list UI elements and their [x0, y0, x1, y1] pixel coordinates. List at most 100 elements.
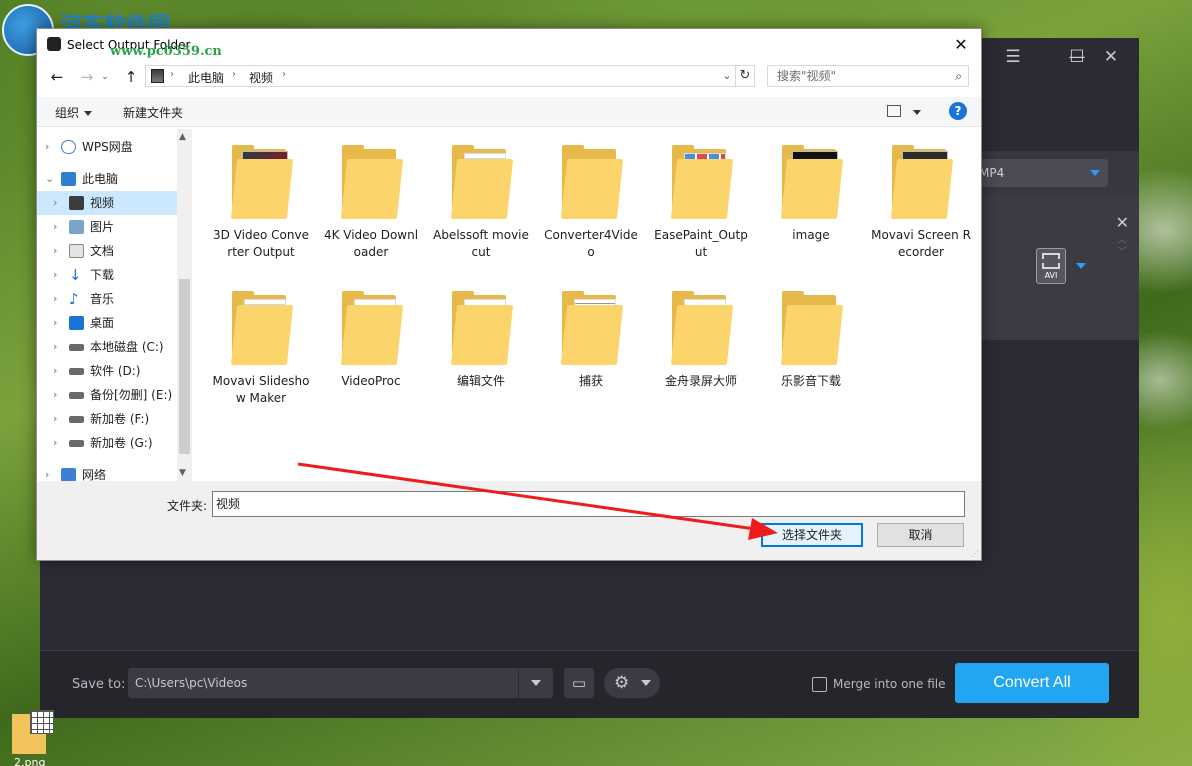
save-path-dropdown[interactable]	[518, 668, 553, 698]
folder-name: image	[792, 228, 830, 242]
resize-grip-icon[interactable]: ⋰	[971, 549, 979, 558]
nav-item-label: 新加卷 (G:)	[90, 436, 153, 450]
folder-item[interactable]: 金舟录屏大师	[651, 281, 751, 421]
nav-item-label: 视频	[90, 196, 115, 210]
menu-icon[interactable]: ☰	[1000, 44, 1026, 70]
folder-item[interactable]: 3D Video Converter Output	[211, 135, 311, 275]
folder-item[interactable]: Movavi Screen Recorder	[871, 135, 971, 275]
chevron-right-icon[interactable]: ›	[45, 463, 49, 481]
nav-item-drive-e[interactable]: › 备份[勿删] (E:)	[37, 383, 177, 407]
folder-name: EasePaint_Output	[654, 228, 748, 259]
remove-row-icon[interactable]: ✕	[1116, 213, 1129, 232]
chevron-right-icon[interactable]: ›	[53, 359, 57, 383]
chevron-right-icon[interactable]: ›	[53, 191, 57, 215]
new-folder-button[interactable]: 新建文件夹	[123, 104, 183, 121]
recent-dropdown-icon[interactable]: ⌄	[95, 67, 115, 87]
back-arrow-icon[interactable]: ←	[47, 67, 67, 87]
folder-icon	[230, 145, 294, 219]
address-bar[interactable]: › 此电脑 › 视频 ›	[145, 65, 755, 87]
move-down-icon[interactable]: ﹀	[1117, 243, 1127, 258]
navigation-scrollbar[interactable]: ▲ ▼	[177, 129, 192, 481]
breadcrumb-videos[interactable]: 视频	[249, 69, 273, 86]
folder-item[interactable]: image	[761, 135, 861, 275]
format-badge[interactable]: AVI	[1036, 248, 1066, 284]
nav-item-label: 备份[勿删] (E:)	[90, 388, 173, 402]
settings-button[interactable]: ⚙	[604, 668, 660, 698]
nav-item-desktop[interactable]: › 桌面	[37, 311, 177, 335]
open-folder-button[interactable]: ▭	[564, 668, 594, 698]
address-history-dropdown[interactable]: ⌄	[719, 65, 735, 87]
chevron-right-icon[interactable]: ›	[53, 383, 57, 407]
dialog-footer: 文件夹: 视频 选择文件夹 取消 ⋰	[37, 481, 981, 560]
chevron-right-icon[interactable]: ›	[53, 407, 57, 431]
scroll-up-icon[interactable]: ▲	[179, 132, 186, 142]
nav-item-pictures[interactable]: › 图片	[37, 215, 177, 239]
nav-item-network[interactable]: › 网络	[37, 463, 177, 481]
refresh-icon[interactable]: ↻	[735, 65, 755, 87]
chevron-right-icon[interactable]: ›	[53, 311, 57, 335]
nav-item-this-pc[interactable]: ⌄ 此电脑	[37, 167, 177, 191]
chevron-right-icon[interactable]: ›	[53, 335, 57, 359]
select-folder-button[interactable]: 选择文件夹	[761, 523, 863, 547]
film-icon	[1042, 253, 1060, 269]
organize-menu[interactable]: 组织	[55, 104, 93, 121]
help-icon[interactable]: ?	[949, 102, 967, 120]
organize-label: 组织	[55, 106, 80, 120]
folder-icon: ▭	[571, 674, 587, 692]
view-options-icon[interactable]	[887, 105, 901, 117]
chevron-down-icon	[641, 680, 651, 686]
merge-checkbox[interactable]	[812, 677, 827, 692]
folder-item[interactable]: 捕获	[541, 281, 641, 421]
nav-item-drive-c[interactable]: › 本地磁盘 (C:)	[37, 335, 177, 359]
folder-item[interactable]: 乐影音下载	[761, 281, 861, 421]
nav-item-drive-g[interactable]: › 新加卷 (G:)	[37, 431, 177, 455]
save-path-field[interactable]: C:\Users\pc\Videos	[128, 668, 553, 698]
scrollbar-thumb[interactable]	[179, 279, 190, 454]
nav-item-drive-f[interactable]: › 新加卷 (F:)	[37, 407, 177, 431]
search-icon: ⌕	[955, 69, 962, 83]
nav-item-drive-d[interactable]: › 软件 (D:)	[37, 359, 177, 383]
chevron-right-icon[interactable]: ›	[53, 431, 57, 455]
folder-item[interactable]: Converter4Video	[541, 135, 641, 275]
folder-icon	[340, 145, 404, 219]
convert-all-button[interactable]: Convert All	[955, 663, 1109, 703]
nav-item-documents[interactable]: › 文档	[37, 239, 177, 263]
breadcrumb-this-pc[interactable]: 此电脑	[188, 69, 224, 86]
output-format-select[interactable]: MP4	[975, 159, 1108, 187]
view-dropdown-icon[interactable]	[913, 110, 921, 115]
folder-item[interactable]: 编辑文件	[431, 281, 531, 421]
nav-item-videos[interactable]: › 视频	[37, 191, 177, 215]
folder-label: 文件夹:	[167, 499, 208, 513]
folder-name: Abelssoft moviecut	[433, 228, 529, 259]
cancel-button[interactable]: 取消	[877, 523, 964, 547]
format-dropdown-icon[interactable]	[1076, 263, 1086, 269]
chevron-right-icon[interactable]: ›	[53, 239, 57, 263]
folder-item[interactable]: Movavi Slideshow Maker	[211, 281, 311, 421]
folder-item[interactable]: Abelssoft moviecut	[431, 135, 531, 275]
folder-item[interactable]: VideoProc	[321, 281, 421, 421]
maximize-icon[interactable]: ☐	[1064, 44, 1090, 70]
folder-item[interactable]: EasePaint_Output	[651, 135, 751, 275]
forward-arrow-icon[interactable]: →	[77, 67, 97, 87]
nav-item-music[interactable]: › ♪ 音乐	[37, 287, 177, 311]
chevron-right-icon[interactable]: ›	[53, 287, 57, 311]
search-input[interactable]: 搜索"视频" ⌕	[767, 65, 969, 87]
save-to-label: Save to:	[72, 677, 126, 692]
nav-item-wps-cloud[interactable]: › WPS网盘	[37, 135, 177, 159]
close-icon[interactable]: ✕	[1098, 44, 1124, 70]
breadcrumb-separator-icon: ›	[232, 69, 236, 80]
scroll-down-icon[interactable]: ▼	[179, 468, 186, 478]
nav-item-downloads[interactable]: › ↓ 下载	[37, 263, 177, 287]
documents-icon	[69, 244, 84, 258]
folder-item[interactable]: 4K Video Downloader	[321, 135, 421, 275]
folder-name: 金舟录屏大师	[664, 374, 737, 388]
chevron-right-icon[interactable]: ›	[45, 135, 49, 159]
up-arrow-icon[interactable]: ↑	[121, 67, 141, 87]
chevron-right-icon[interactable]: ›	[53, 215, 57, 239]
desktop-file-label: 2.png	[14, 756, 46, 766]
close-icon[interactable]: ✕	[949, 34, 973, 56]
chevron-right-icon[interactable]: ›	[53, 263, 57, 287]
desktop-file-icon[interactable]	[12, 708, 54, 754]
chevron-down-icon[interactable]: ⌄	[45, 167, 54, 191]
folder-name-input[interactable]: 视频	[212, 491, 965, 517]
